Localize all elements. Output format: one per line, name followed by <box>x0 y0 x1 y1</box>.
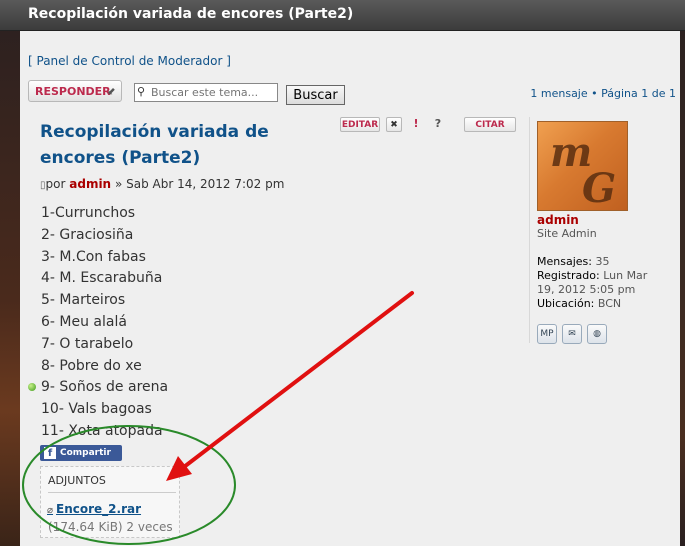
green-dot-icon <box>28 383 36 391</box>
track-list: 1-Currunchos 2- Graciosiña 3- M.Con faba… <box>41 203 168 443</box>
posts-value: 35 <box>595 255 610 268</box>
list-item: 9- Soños de arena <box>41 379 169 396</box>
attachments-box: ADJUNTOS ⌀ Encore_2.rar (174.64 KiB) 2 ve… <box>40 466 180 538</box>
author-link[interactable]: admin <box>69 177 111 191</box>
avatar-logo: m G <box>550 129 616 212</box>
author-profile: admin Site Admin Mensajes: 35 Registrado… <box>537 213 657 311</box>
posts-label: Mensajes: <box>537 255 592 268</box>
reply-button[interactable]: RESPONDER ⬋ <box>28 80 122 102</box>
private-message-icon[interactable]: MP <box>537 324 557 344</box>
list-item: 8- Pobre do xe <box>41 357 142 374</box>
byline-prefix: por <box>45 177 66 191</box>
attachments-divider <box>48 492 176 493</box>
topic-panel: [ Panel de Control de Moderador ] RESPON… <box>20 31 680 546</box>
edit-button[interactable]: EDITAR <box>340 117 380 132</box>
topic-toolbar: RESPONDER ⬋ ⚲ Buscar 1 mensaje • Página … <box>28 80 676 106</box>
profile-name[interactable]: admin <box>537 213 657 227</box>
list-item: 4- M. Escarabuña <box>41 270 163 287</box>
info-button[interactable]: ? <box>430 117 446 132</box>
attachment-name: Encore_2.rar <box>56 502 142 516</box>
list-item: 10- Vals bagoas <box>41 401 152 418</box>
search-icon: ⚲ <box>137 85 146 98</box>
topic-title: Recopilación variada de encores (Parte2) <box>28 6 354 22</box>
post-date: » Sab Abr 14, 2012 7:02 pm <box>114 177 285 191</box>
list-item: 6- Meu alalá <box>41 313 127 330</box>
profile-rank: Site Admin <box>537 227 597 240</box>
delete-button[interactable]: ✖ <box>386 117 402 132</box>
list-item: 5- Marteiros <box>41 292 126 309</box>
search-field[interactable]: ⚲ <box>134 83 278 102</box>
list-item: 7- O tarabelo <box>41 335 134 352</box>
topic-title-bar: Recopilación variada de encores (Parte2) <box>0 0 685 31</box>
report-button[interactable]: ! <box>408 117 424 132</box>
background-left <box>0 0 20 546</box>
attachments-heading: ADJUNTOS <box>48 474 106 487</box>
website-globe-icon[interactable]: ◍ <box>587 324 607 344</box>
list-item: 3- M.Con fabas <box>41 248 146 265</box>
svg-text:G: G <box>582 165 616 210</box>
search-input[interactable] <box>151 85 275 99</box>
attachment-link[interactable]: ⌀ Encore_2.rar <box>47 502 141 516</box>
location-value: BCN <box>597 297 622 310</box>
pagination-info: 1 mensaje • Página 1 de 1 <box>530 87 676 100</box>
search-button[interactable]: Buscar <box>286 85 345 105</box>
email-icon[interactable]: ✉ <box>562 324 582 344</box>
profile-divider <box>529 117 530 343</box>
moderator-panel-link[interactable]: [ Panel de Control de Moderador ] <box>28 54 231 68</box>
location-label: Ubicación: <box>537 297 595 310</box>
facebook-share-button[interactable]: f Compartir <box>40 445 122 461</box>
reply-arrow-icon: ⬋ <box>107 86 116 97</box>
paperclip-icon: ⌀ <box>47 505 54 516</box>
pm-icon-text: MP <box>540 329 554 339</box>
share-label: Compartir <box>60 448 111 458</box>
avatar[interactable]: m G <box>537 121 628 212</box>
attachment-meta: (174.64 KiB) 2 veces <box>48 520 173 534</box>
reply-button-label: RESPONDER <box>35 85 111 98</box>
post-title[interactable]: Recopilación variada de encores (Parte2) <box>40 119 310 171</box>
list-item: 11- Xota atopada <box>41 422 163 439</box>
quote-button[interactable]: CITAR <box>464 117 516 132</box>
list-item: 1-Currunchos <box>41 205 136 221</box>
post-byline: ▯por admin » Sab Abr 14, 2012 7:02 pm <box>40 177 284 191</box>
registered-label: Registrado: <box>537 269 600 282</box>
facebook-icon: f <box>44 447 56 459</box>
list-item: 2- Graciosiña <box>41 226 134 243</box>
